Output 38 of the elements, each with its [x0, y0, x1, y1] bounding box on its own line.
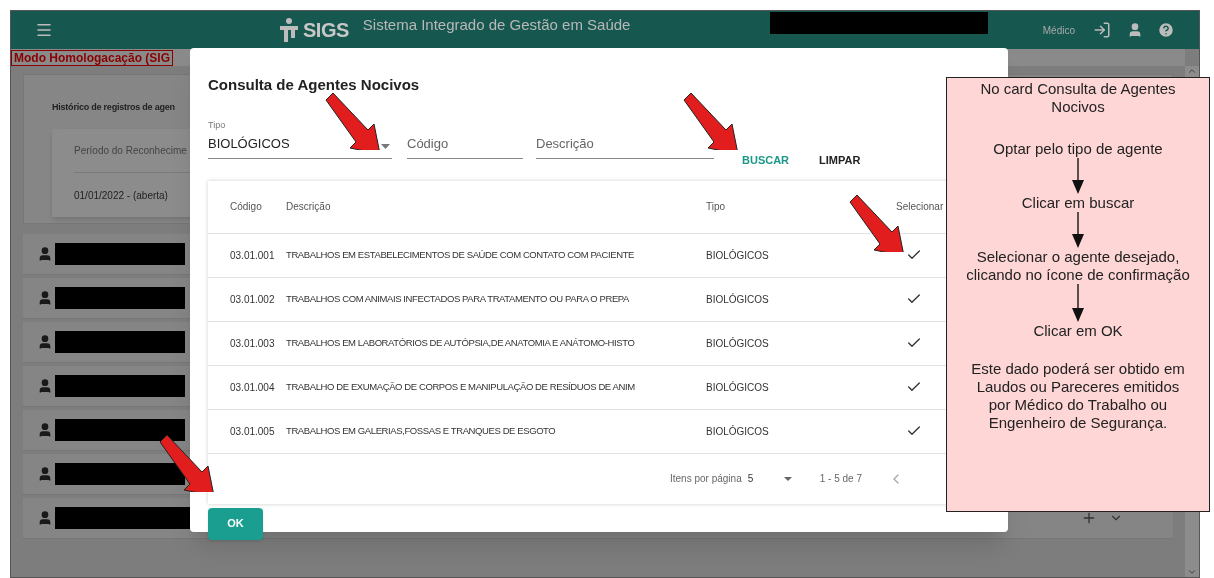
table-cell-text: 03.01.001	[230, 248, 276, 263]
column-header: Descrição	[286, 200, 332, 214]
table-cell-text: BIOLÓGICOS	[706, 380, 770, 395]
table-cell-text: 03.01.005	[230, 424, 276, 439]
callout-step: Optar pelo tipo de agente	[993, 140, 1163, 158]
table-cell-text: BIOLÓGICOS	[706, 424, 770, 439]
environment-banner: Modo Homologacação (SIG	[11, 49, 173, 66]
column-header: Selecionar	[896, 200, 944, 214]
callout-step: Selecionar o agente desejado, clicando no ícone de confirmação	[957, 248, 1199, 284]
table-cell-text: TRABALHO DE EXUMAÇÃO DE CORPOS E MANIPULAÇÃO DE RESÍDUOS DE ANIM	[286, 379, 636, 394]
clear-button[interactable]: LIMPAR	[813, 152, 867, 169]
table-cell-text: 03.01.002	[230, 292, 276, 307]
callout-step: Clicar em OK	[1033, 322, 1123, 340]
table-cell-text: TRABALHOS COM ANIMAIS INFECTADOS PARA TRATAMENTO OU PARA O PREPA	[286, 291, 631, 306]
page-size-label: Itens por página	[670, 472, 742, 486]
table-cell-text: 03.01.004	[230, 380, 276, 395]
page-size-select[interactable]: 5	[747, 471, 784, 486]
logo-text: SIGS	[303, 18, 349, 43]
card-title: Histórico de registros de agen	[52, 102, 175, 112]
callout-text: No card Consulta de Agentes Nocivos	[979, 80, 1177, 116]
table-cell-text: BIOLÓGICOS	[706, 248, 770, 263]
table-cell-text: 03.01.003	[230, 336, 276, 351]
table-cell-text: TRABALHOS EM GALERIAS,FOSSAS E TRANQUES DE ESGOTO	[286, 423, 557, 438]
user-role: Médico	[1042, 23, 1075, 38]
search-button[interactable]: BUSCAR	[736, 152, 796, 169]
column-header: Código	[230, 200, 263, 214]
callout-step: Clicar em buscar	[1021, 194, 1135, 212]
column-header: Tipo	[706, 200, 727, 214]
page-range: 1 - 5 de 7	[819, 472, 862, 486]
app-title: Sistema Integrado de Gestão em Saúde	[362, 15, 631, 35]
table-cell-text: 01/01/2022 - (aberta)	[74, 188, 168, 203]
table-cell-text: TRABALHOS EM LABORATÓRIOS DE AUTÓPSIA,DE ANATOMIA E ANÁTOMO-HISTO	[286, 335, 636, 350]
column-header: Período do Reconhecime	[74, 144, 187, 158]
code-field[interactable]: Código	[407, 134, 523, 159]
callout-note: Este dado poderá ser obtido em Laudos ou Pareceres emitidos por Médico do Trabalho ou Engenheiro de Segurança.	[970, 360, 1186, 432]
table-cell-text: BIOLÓGICOS	[706, 292, 770, 307]
table-cell-text: BIOLÓGICOS	[706, 336, 770, 351]
table-cell-text: TRABALHOS EM ESTABELECIMENTOS DE SAÚDE COM CONTATO COM PACIENTE	[286, 247, 635, 262]
